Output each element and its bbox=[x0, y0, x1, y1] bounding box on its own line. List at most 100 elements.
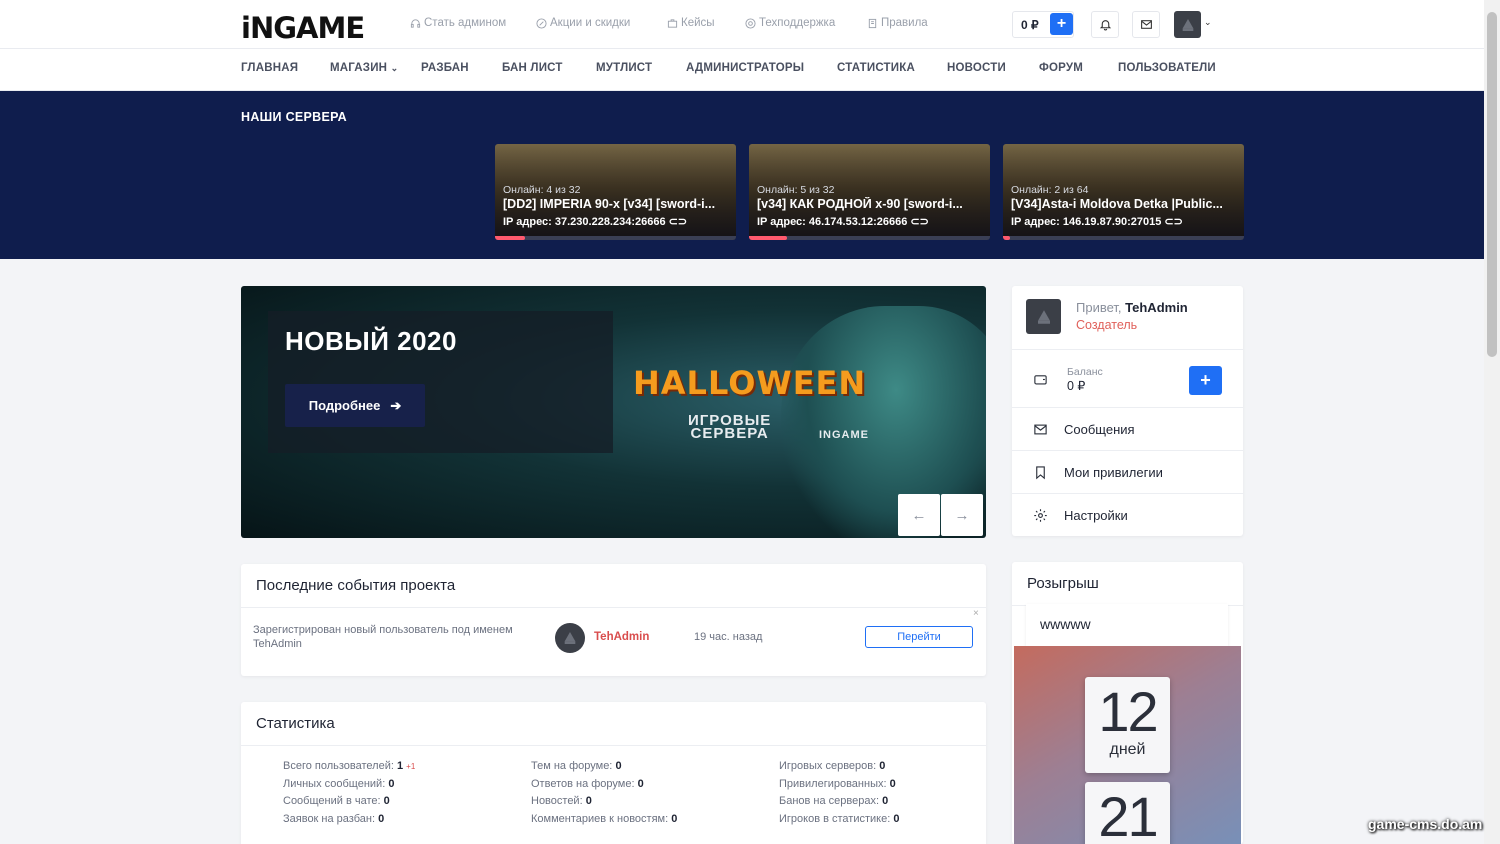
link-become-admin[interactable]: Стать админом bbox=[410, 17, 506, 29]
news-slider: НОВЫЙ 2020 Подробнее ➔ HALLOWEEN ИГРОВЫЕ … bbox=[241, 286, 986, 538]
percent-icon bbox=[536, 17, 547, 29]
envelope-icon bbox=[1034, 424, 1047, 434]
server-ip[interactable]: IP адрес: 146.19.87.90:27015 ⊂⊃ bbox=[1011, 215, 1183, 228]
sidebar-item-label: Мои привилегии bbox=[1064, 464, 1163, 480]
avatar-icon bbox=[564, 632, 576, 644]
server-load-fill bbox=[749, 236, 787, 240]
case-icon bbox=[667, 18, 678, 28]
bell-icon bbox=[1099, 20, 1111, 31]
server-online: Онлайн: 5 из 32 bbox=[757, 184, 835, 196]
top-bar bbox=[0, 0, 1484, 49]
arrow-right-icon: → bbox=[954, 506, 970, 524]
chevron-down-icon[interactable]: ⌄ bbox=[1204, 17, 1212, 28]
stat-row: Ответов на форуме: 0 bbox=[531, 777, 644, 790]
banner-subtitle: ИГРОВЫЕ СЕРВЕРА bbox=[688, 412, 772, 442]
support-icon bbox=[745, 17, 756, 29]
event-goto-button[interactable]: Перейти bbox=[865, 626, 973, 648]
header-add-funds-button[interactable]: + bbox=[1050, 13, 1073, 35]
nav-banlist[interactable]: БАН ЛИСТ bbox=[502, 62, 563, 74]
nav-home[interactable]: ГЛАВНАЯ bbox=[241, 62, 298, 74]
profile-avatar bbox=[1026, 299, 1061, 334]
user-avatar-menu[interactable] bbox=[1174, 11, 1201, 38]
envelope-icon bbox=[1140, 20, 1152, 29]
stat-row: Комментариев к новостям: 0 bbox=[531, 812, 678, 825]
servers-title: НАШИ СЕРВЕРА bbox=[241, 110, 348, 124]
stat-row: Игроков в статистике: 0 bbox=[779, 812, 900, 825]
messages-button[interactable] bbox=[1132, 11, 1160, 38]
sidebar-item-privileges[interactable]: Мои привилегии bbox=[1012, 450, 1243, 493]
sidebar-item-label: Сообщения bbox=[1064, 421, 1135, 437]
nav-admins[interactable]: АДМИНИСТРАТОРЫ bbox=[686, 62, 804, 74]
server-card[interactable]: Онлайн: 2 из 64 [V34]Asta-i Moldova Detk… bbox=[1003, 144, 1244, 240]
nav-shop[interactable]: МАГАЗИН ⌄ bbox=[330, 62, 398, 74]
link-label: Акции и скидки bbox=[550, 17, 631, 29]
stat-delta: +1 bbox=[406, 762, 416, 771]
stats-column-3: Игровых серверов: 0 Привилегированных: 0… bbox=[779, 758, 899, 828]
stat-row: Тем на форуме: 0 bbox=[531, 760, 622, 772]
server-card[interactable]: Онлайн: 5 из 32 [v34] КАК РОДНОЙ x-90 [s… bbox=[749, 144, 990, 240]
nav-news[interactable]: НОВОСТИ bbox=[947, 62, 1006, 74]
arrow-right-icon: ➔ bbox=[390, 397, 402, 413]
sidebar-add-funds-button[interactable]: + bbox=[1189, 366, 1222, 395]
close-icon[interactable]: × bbox=[973, 608, 979, 619]
stat-row: Банов на серверах: 0 bbox=[779, 795, 889, 807]
wallet-icon bbox=[1033, 372, 1048, 392]
link-promotions[interactable]: Акции и скидки bbox=[536, 17, 630, 29]
link-label: Стать админом bbox=[424, 17, 507, 29]
giveaway-title: Розыгрыш bbox=[1012, 562, 1243, 606]
chevron-down-icon: ⌄ bbox=[390, 63, 399, 73]
event-user-link[interactable]: TehAdmin bbox=[594, 631, 649, 643]
server-online: Онлайн: 2 из 64 bbox=[1011, 184, 1089, 196]
server-load-bar bbox=[749, 236, 990, 240]
stats-title: Статистика bbox=[241, 702, 986, 746]
sidebar-item-settings[interactable]: Настройки bbox=[1012, 493, 1243, 536]
banner-brand: INGAME bbox=[819, 429, 869, 441]
arrow-left-icon: ← bbox=[911, 506, 927, 524]
link-rules[interactable]: Правила bbox=[867, 17, 928, 29]
profile-greeting: Привет, TehAdmin bbox=[1076, 300, 1188, 315]
link-support[interactable]: Техподдержка bbox=[745, 17, 835, 29]
notifications-button[interactable] bbox=[1091, 11, 1119, 38]
stat-row: Привилегированных: 0 bbox=[779, 777, 896, 790]
nav-forum[interactable]: ФОРУМ bbox=[1039, 62, 1083, 74]
events-card: Последние события проекта bbox=[241, 564, 986, 676]
countdown-hours: 21 bbox=[1085, 782, 1170, 844]
nav-users[interactable]: ПОЛЬЗОВАТЕЛИ bbox=[1118, 62, 1216, 74]
server-ip[interactable]: IP адрес: 46.174.53.12:26666 ⊂⊃ bbox=[757, 215, 929, 228]
profile-name[interactable]: TehAdmin bbox=[1125, 300, 1188, 315]
stat-row: Новостей: 0 bbox=[531, 795, 592, 807]
profile-role: Создатель bbox=[1076, 318, 1138, 332]
stats-column-1: Всего пользователей: 1 +1 Личных сообщен… bbox=[283, 758, 415, 828]
slide-more-button[interactable]: Подробнее ➔ bbox=[285, 384, 425, 427]
countdown-days: 12 дней bbox=[1085, 677, 1170, 773]
page-scrollbar[interactable] bbox=[1484, 0, 1500, 844]
slider-next-button[interactable]: → bbox=[941, 494, 983, 536]
server-online: Онлайн: 4 из 32 bbox=[503, 184, 581, 196]
document-icon bbox=[868, 18, 877, 28]
avatar-icon bbox=[1037, 309, 1050, 324]
server-name: [DD2] IMPERIA 90-x [v34] [sword-i... bbox=[503, 197, 716, 211]
gear-icon bbox=[1034, 508, 1047, 522]
sidebar-item-messages[interactable]: Сообщения bbox=[1012, 407, 1243, 450]
servers-section bbox=[0, 91, 1484, 259]
avatar-icon bbox=[1182, 18, 1193, 31]
stat-row: Личных сообщений: 0 bbox=[283, 777, 395, 790]
giveaway-countdown: 12 дней 21 bbox=[1014, 646, 1241, 844]
site-logo[interactable]: iNGAME bbox=[241, 11, 365, 45]
slide-title: НОВЫЙ 2020 bbox=[285, 326, 457, 356]
scrollbar-thumb[interactable] bbox=[1487, 12, 1497, 357]
stat-row: Игровых серверов: 0 bbox=[779, 760, 886, 772]
server-load-fill bbox=[495, 236, 526, 240]
events-title: Последние события проекта bbox=[241, 564, 986, 608]
bookmark-icon bbox=[1036, 465, 1045, 479]
stat-row: Заявок на разбан: 0 bbox=[283, 812, 385, 825]
server-load-bar bbox=[495, 236, 736, 240]
link-cases[interactable]: Кейсы bbox=[667, 17, 715, 29]
slider-prev-button[interactable]: ← bbox=[898, 494, 940, 536]
nav-unban[interactable]: РАЗБАН bbox=[421, 62, 469, 74]
link-icon: ⊂⊃ bbox=[1164, 216, 1183, 228]
nav-mutelist[interactable]: МУТЛИСТ bbox=[596, 62, 652, 74]
server-card[interactable]: Онлайн: 4 из 32 [DD2] IMPERIA 90-x [v34]… bbox=[495, 144, 736, 240]
server-ip[interactable]: IP адрес: 37.230.228.234:26666 ⊂⊃ bbox=[503, 215, 687, 228]
nav-statistics[interactable]: СТАТИСТИКА bbox=[837, 62, 915, 74]
